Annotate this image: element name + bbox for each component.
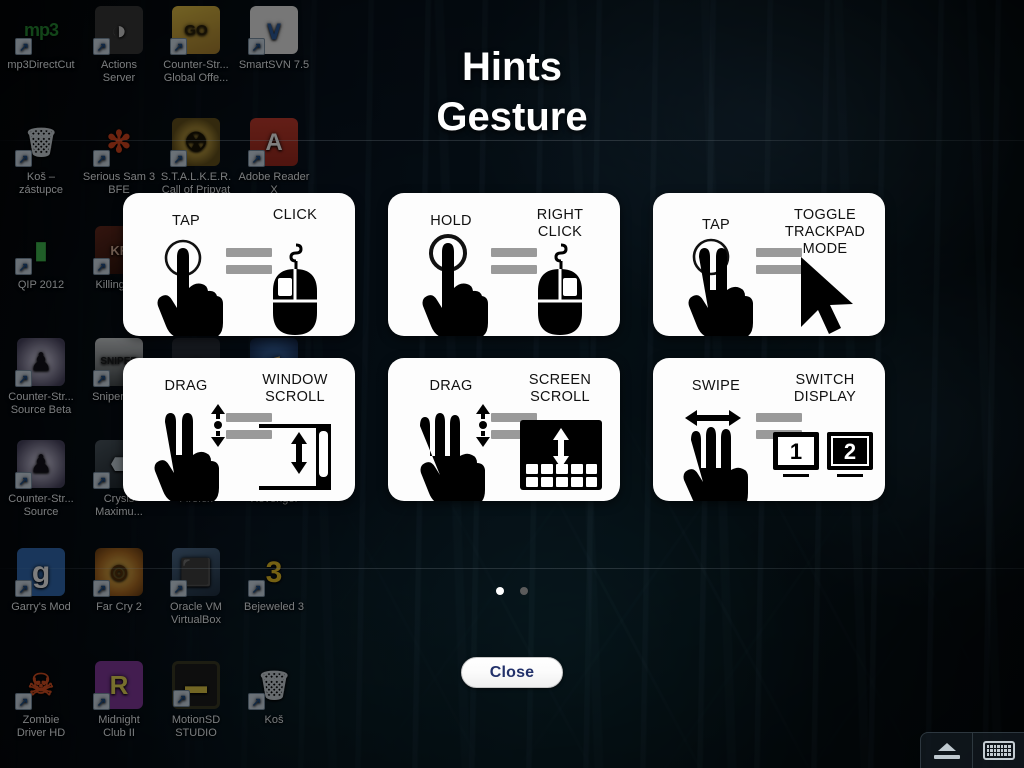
action-label: WINDOW SCROLL [262,372,328,405]
gesture-card-tap-click[interactable]: TAP CLICK [123,193,355,336]
gesture-card-swipe-switch-display[interactable]: SWIPE SWITCH DISPLAY 1 2 [653,358,885,501]
window-scrollbar-icon [241,404,349,501]
hints-gesture-overlay: Hints Gesture TAP CLICK HOLD RIGHT CLICK… [0,0,1024,768]
horizontal-swipe-arrow [685,410,741,426]
page-title: Hints Gesture [0,42,1024,142]
gesture-card-drag-screen-scroll[interactable]: DRAG SCREEN SCROLL [388,358,620,501]
on-screen-keyboard-button[interactable] [972,732,1024,768]
three-finger-swipe-horizontal-icon [665,392,765,501]
dual-display-icon: 1 2 [771,404,879,501]
close-button-label: Close [489,663,535,681]
display-1: 1 [773,432,819,477]
action-label: SWITCH DISPLAY [793,372,857,405]
gesture-card-drag-window-scroll[interactable]: DRAG WINDOW SCROLL [123,358,355,501]
page-dot-1[interactable] [496,587,504,595]
mouse-right-click-icon [506,239,614,336]
show-hidden-icons-button[interactable] [920,732,972,768]
svg-text:2: 2 [844,439,856,464]
title-line-2: Gesture [436,95,588,139]
action-label: RIGHT CLICK [536,207,584,240]
action-label: SCREEN SCROLL [528,372,592,405]
title-line-1: Hints [462,45,562,89]
page-dot-2[interactable] [520,587,528,595]
one-finger-hold-icon [400,227,500,336]
page-indicator[interactable] [0,582,1024,600]
two-finger-tap-icon [665,227,765,336]
cursor-arrow-icon [771,239,879,336]
gesture-card-tap-trackpad[interactable]: TAP TOGGLE TRACKPAD MODE [653,193,885,336]
two-finger-drag-vertical-icon [135,392,235,501]
screen-scroll-icon [506,404,614,501]
action-label: CLICK [272,207,318,223]
three-finger-drag-vertical-icon [400,392,500,501]
taskbar-tray [920,732,1024,768]
vertical-drag-arrows [211,404,225,447]
gesture-card-hold-rightclick[interactable]: HOLD RIGHT CLICK [388,193,620,336]
mouse-left-click-icon [241,239,349,336]
vertical-drag-arrows [476,404,490,447]
gesture-cards-grid: TAP CLICK HOLD RIGHT CLICK TAP TOGGLE TR… [123,193,901,501]
display-2: 2 [827,432,873,477]
keyboard-icon [982,741,1015,760]
svg-text:1: 1 [790,439,802,464]
one-finger-tap-icon [135,227,235,336]
chevron-up-icon [933,742,960,759]
close-button[interactable]: Close [461,657,563,688]
